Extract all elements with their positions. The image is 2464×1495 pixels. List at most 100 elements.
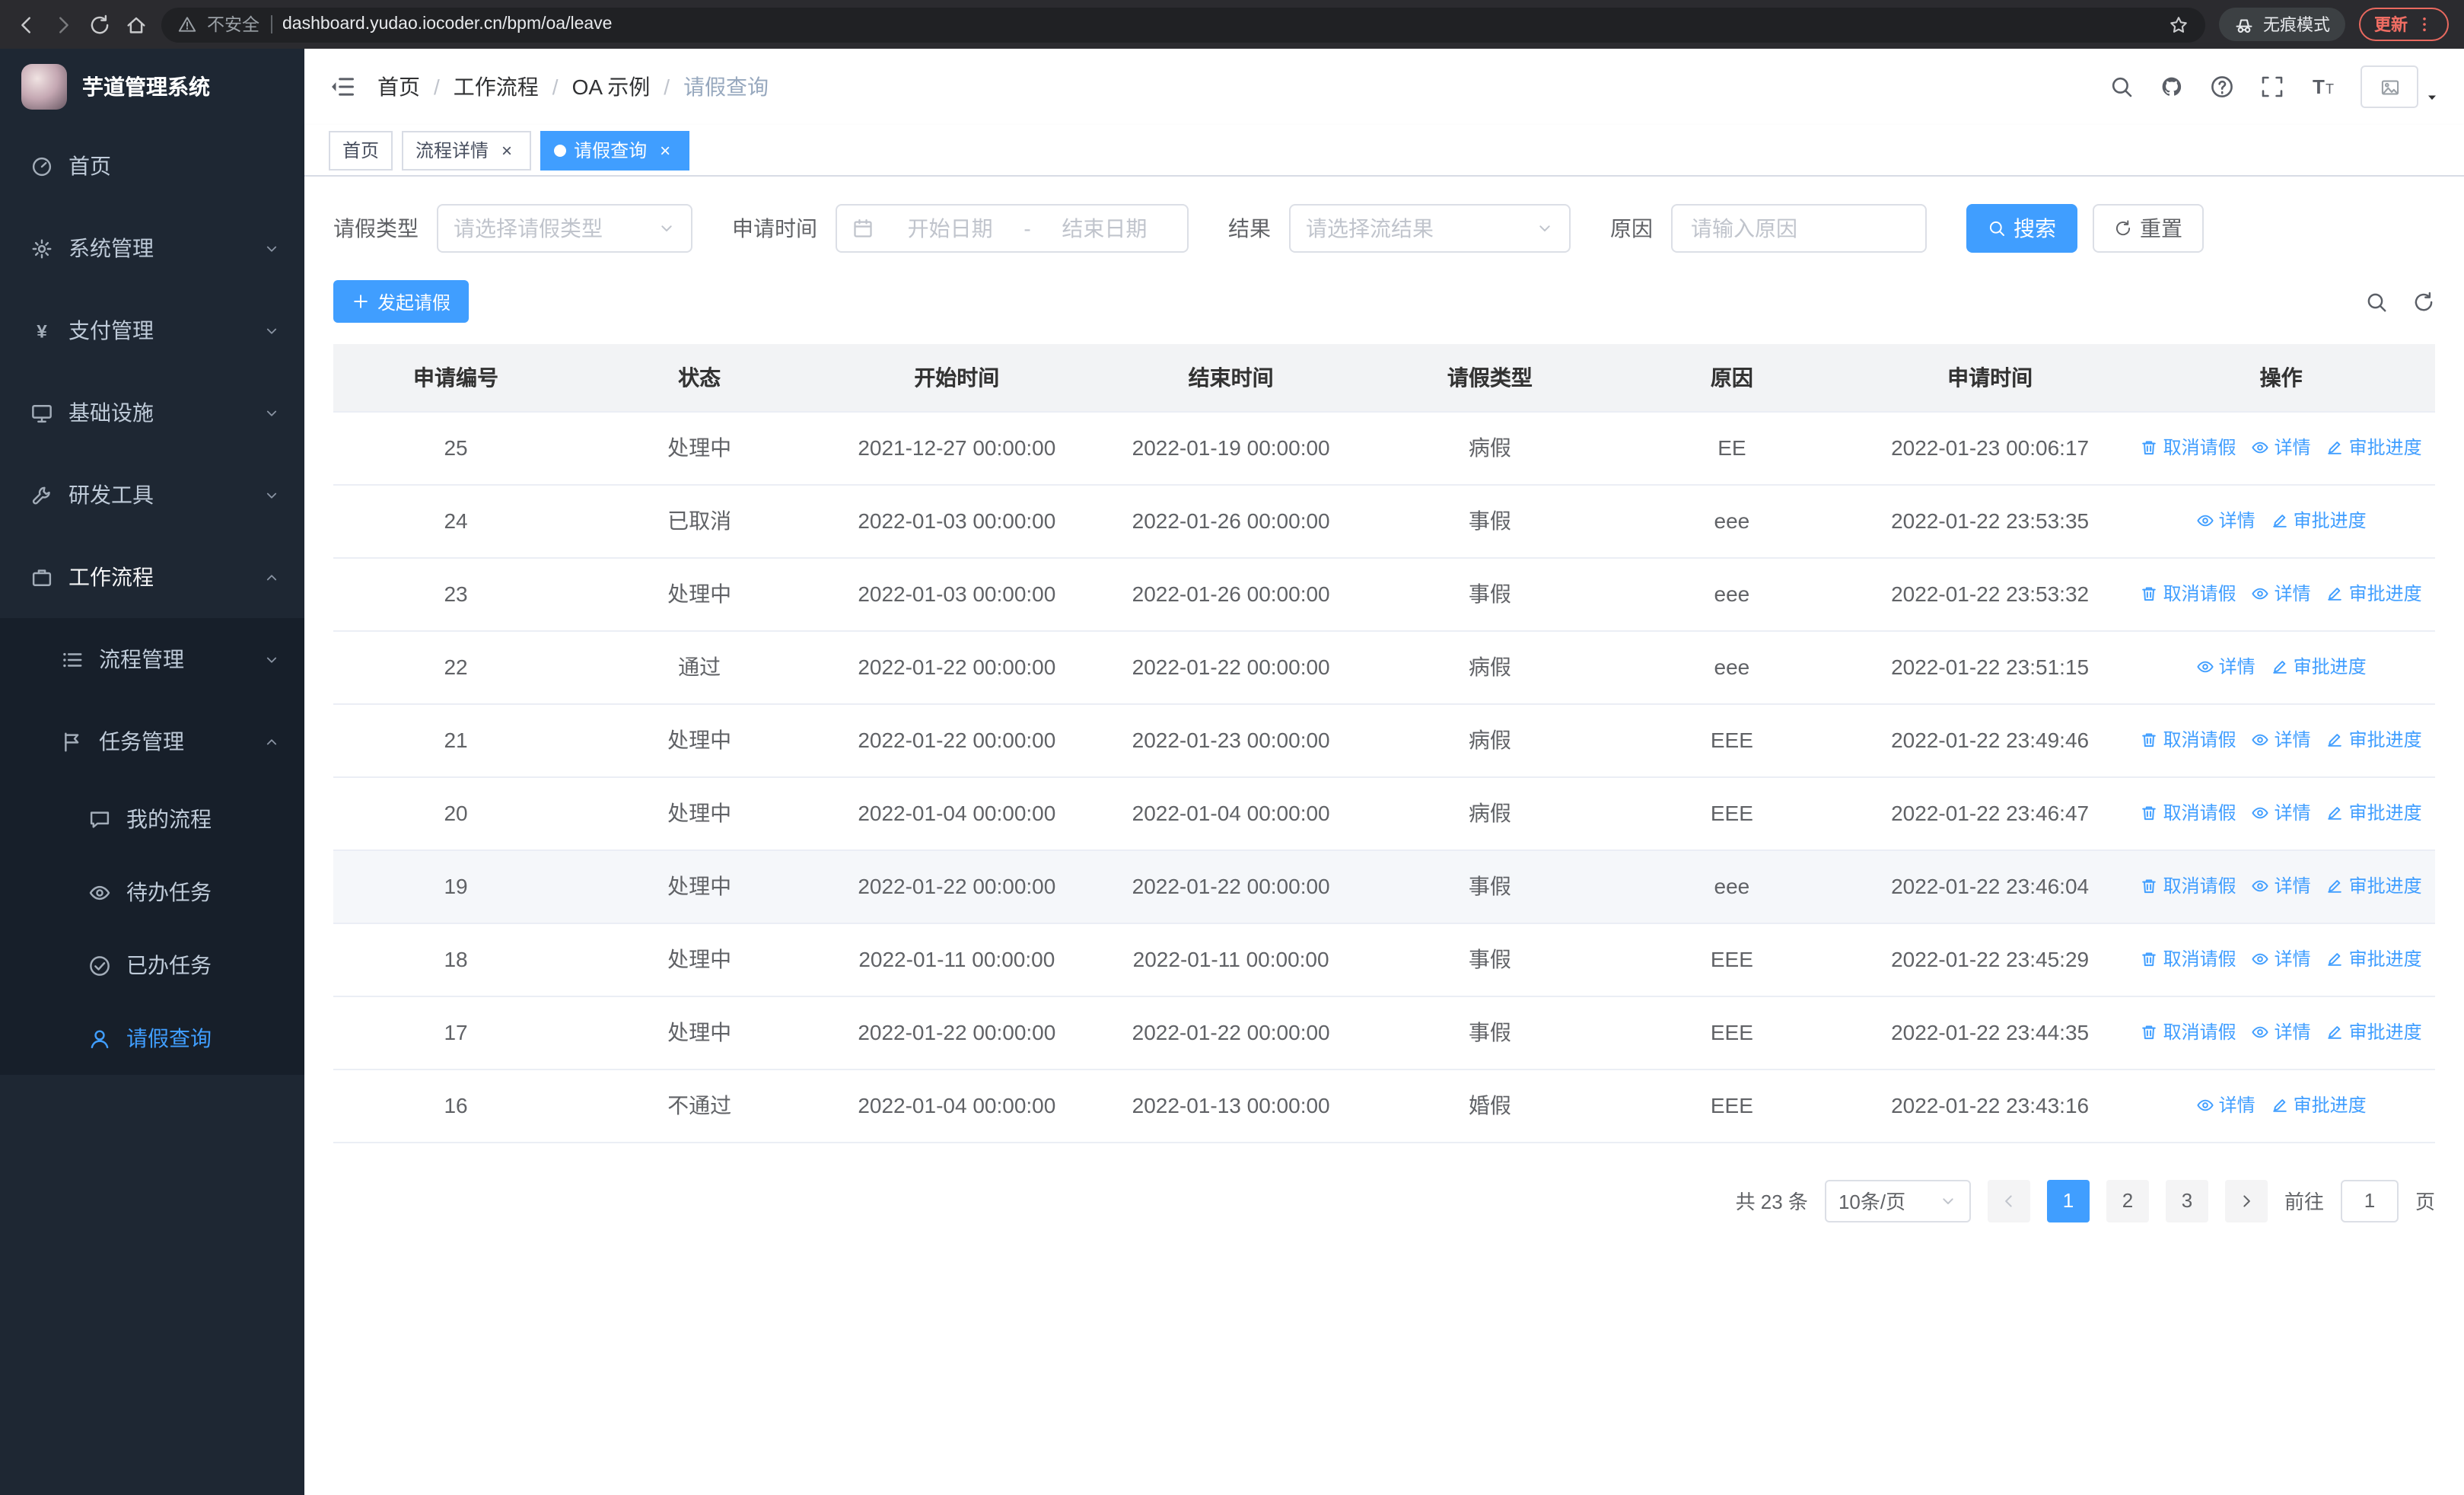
detail-action-link[interactable]: 详情 bbox=[2252, 581, 2311, 607]
search-button[interactable]: 搜索 bbox=[1966, 204, 2077, 253]
sidebar-item-process-management[interactable]: 流程管理 bbox=[0, 618, 304, 700]
progress-action-link[interactable]: 审批进度 bbox=[2326, 581, 2422, 607]
forward-icon[interactable] bbox=[52, 13, 75, 36]
sidebar-item-my-process[interactable]: 我的流程 bbox=[0, 783, 304, 856]
breadcrumb-item[interactable]: 工作流程 bbox=[454, 72, 539, 102]
cell-reason: EEE bbox=[1610, 776, 1853, 850]
sidebar-item-dev-tools[interactable]: 研发工具 bbox=[0, 454, 304, 536]
sidebar-item-todo-task[interactable]: 待办任务 bbox=[0, 856, 304, 929]
cell-start_time: 2022-01-22 00:00:00 bbox=[820, 996, 1094, 1069]
font-size-icon[interactable]: TT bbox=[2310, 75, 2335, 99]
detail-action-link[interactable]: 详情 bbox=[2196, 1092, 2255, 1118]
help-icon[interactable] bbox=[2210, 75, 2234, 99]
refresh-table-icon[interactable] bbox=[2412, 290, 2435, 313]
action-label: 详情 bbox=[2218, 656, 2255, 678]
fullscreen-icon[interactable] bbox=[2260, 75, 2284, 99]
table-row: 17 处理中 2022-01-22 00:00:00 2022-01-22 00:00… bbox=[333, 996, 2435, 1069]
collapse-sidebar-icon[interactable] bbox=[329, 73, 356, 100]
progress-action-link[interactable]: 审批进度 bbox=[2271, 654, 2367, 680]
user-avatar[interactable] bbox=[2361, 65, 2440, 108]
browser-home-icon[interactable] bbox=[125, 13, 148, 36]
detail-action-link[interactable]: 详情 bbox=[2252, 946, 2311, 972]
close-tab-icon[interactable]: × bbox=[496, 139, 517, 161]
app-header: 首页 / 工作流程 / OA 示例 / 请假查询 TT bbox=[304, 49, 2464, 125]
progress-action-link[interactable]: 审批进度 bbox=[2326, 435, 2422, 461]
reload-icon[interactable] bbox=[88, 13, 111, 36]
detail-action-link[interactable]: 详情 bbox=[2252, 800, 2311, 826]
page-button-3[interactable]: 3 bbox=[2165, 1179, 2208, 1222]
sidebar-item-home[interactable]: 首页 bbox=[0, 125, 304, 207]
divider bbox=[270, 15, 272, 33]
github-icon[interactable] bbox=[2160, 75, 2184, 99]
reset-button[interactable]: 重置 bbox=[2093, 204, 2204, 253]
result-select[interactable]: 请选择流结果 bbox=[1289, 204, 1571, 253]
bookmark-star-icon[interactable] bbox=[2169, 14, 2189, 34]
sidebar-item-infrastructure[interactable]: 基础设施 bbox=[0, 371, 304, 454]
goto-page-input[interactable] bbox=[2340, 1179, 2399, 1222]
sidebar-item-done-task[interactable]: 已办任务 bbox=[0, 929, 304, 1002]
kebab-menu-icon[interactable] bbox=[2415, 15, 2434, 33]
tab-home[interactable]: 首页 bbox=[329, 130, 393, 170]
cell-reason: eee bbox=[1610, 630, 1853, 704]
progress-action-link[interactable]: 审批进度 bbox=[2326, 1019, 2422, 1045]
security-label[interactable]: 不安全 bbox=[207, 12, 259, 37]
submenu-workflow: 流程管理 任务管理 我的流程 待办任务 已办任务 请假查询 bbox=[0, 618, 304, 1075]
progress-action-link[interactable]: 审批进度 bbox=[2326, 946, 2422, 972]
cancel-action-link[interactable]: 取消请假 bbox=[2141, 946, 2236, 972]
apply-time-label: 申请时间 bbox=[732, 216, 817, 241]
tab-process-detail[interactable]: 流程详情 × bbox=[402, 130, 532, 170]
tab-leave-query[interactable]: 请假查询 × bbox=[540, 130, 690, 170]
leave-type-select[interactable]: 请选择请假类型 bbox=[437, 204, 692, 253]
page-size-select[interactable]: 10条/页 bbox=[1824, 1179, 1971, 1222]
reset-button-label: 重置 bbox=[2140, 216, 2182, 241]
progress-action-link[interactable]: 审批进度 bbox=[2326, 800, 2422, 826]
prev-page-button[interactable] bbox=[1987, 1179, 2030, 1222]
apply-time-range-picker[interactable]: 开始日期 - 结束日期 bbox=[836, 204, 1189, 253]
progress-action-link[interactable]: 审批进度 bbox=[2271, 1092, 2367, 1118]
chevron-down-icon bbox=[263, 322, 280, 339]
detail-action-link[interactable]: 详情 bbox=[2252, 873, 2311, 899]
logo[interactable]: 芋道管理系统 bbox=[0, 49, 304, 125]
sidebar-item-system-management[interactable]: 系统管理 bbox=[0, 207, 304, 289]
cancel-action-link[interactable]: 取消请假 bbox=[2141, 800, 2236, 826]
cancel-action-link[interactable]: 取消请假 bbox=[2141, 581, 2236, 607]
breadcrumb-item[interactable]: 首页 bbox=[377, 72, 420, 102]
detail-action-link[interactable]: 详情 bbox=[2252, 435, 2311, 461]
action-label: 取消请假 bbox=[2163, 583, 2236, 605]
sidebar-item-workflow[interactable]: 工作流程 bbox=[0, 536, 304, 618]
progress-action-link[interactable]: 审批进度 bbox=[2326, 727, 2422, 753]
url-text[interactable]: dashboard.yudao.iocoder.cn/bpm/oa/leave bbox=[282, 15, 2158, 33]
detail-action-link[interactable]: 详情 bbox=[2196, 508, 2255, 534]
cancel-action-link[interactable]: 取消请假 bbox=[2141, 873, 2236, 899]
close-tab-icon[interactable]: × bbox=[654, 139, 676, 161]
cancel-action-link[interactable]: 取消请假 bbox=[2141, 727, 2236, 753]
header-search-icon[interactable] bbox=[2109, 75, 2134, 99]
progress-action-link[interactable]: 审批进度 bbox=[2271, 508, 2367, 534]
back-icon[interactable] bbox=[15, 13, 38, 36]
cancel-action-link[interactable]: 取消请假 bbox=[2141, 435, 2236, 461]
next-page-button[interactable] bbox=[2224, 1179, 2268, 1222]
sidebar-item-payment-management[interactable]: ¥ 支付管理 bbox=[0, 289, 304, 371]
reason-input[interactable] bbox=[1671, 204, 1927, 253]
table-tools bbox=[2365, 290, 2435, 313]
breadcrumb-item[interactable]: OA 示例 bbox=[572, 72, 651, 102]
create-leave-button[interactable]: 发起请假 bbox=[333, 280, 470, 323]
detail-action-link[interactable]: 详情 bbox=[2252, 727, 2311, 753]
end-date-placeholder: 结束日期 bbox=[1062, 216, 1148, 241]
address-bar[interactable]: 不安全 dashboard.yudao.iocoder.cn/bpm/oa/le… bbox=[161, 7, 2205, 42]
sidebar-item-task-management[interactable]: 任务管理 bbox=[0, 700, 304, 783]
page-button-1[interactable]: 1 bbox=[2046, 1179, 2090, 1222]
detail-action-link[interactable]: 详情 bbox=[2252, 1019, 2311, 1045]
update-button[interactable]: 更新 bbox=[2359, 8, 2449, 41]
cell-actions: 取消请假 详情 审批进度 bbox=[2127, 923, 2435, 996]
table-row: 21 处理中 2022-01-22 00:00:00 2022-01-23 00:00… bbox=[333, 703, 2435, 777]
cell-leave_type: 病假 bbox=[1368, 703, 1611, 777]
detail-action-link[interactable]: 详情 bbox=[2196, 654, 2255, 680]
progress-action-link[interactable]: 审批进度 bbox=[2326, 873, 2422, 899]
sidebar-item-leave-query[interactable]: 请假查询 bbox=[0, 1002, 304, 1075]
page-button-2[interactable]: 2 bbox=[2106, 1179, 2149, 1222]
cell-id: 18 bbox=[333, 923, 579, 996]
cancel-action-link[interactable]: 取消请假 bbox=[2141, 1019, 2236, 1045]
cell-id: 17 bbox=[333, 996, 579, 1069]
toggle-search-icon[interactable] bbox=[2365, 290, 2388, 313]
